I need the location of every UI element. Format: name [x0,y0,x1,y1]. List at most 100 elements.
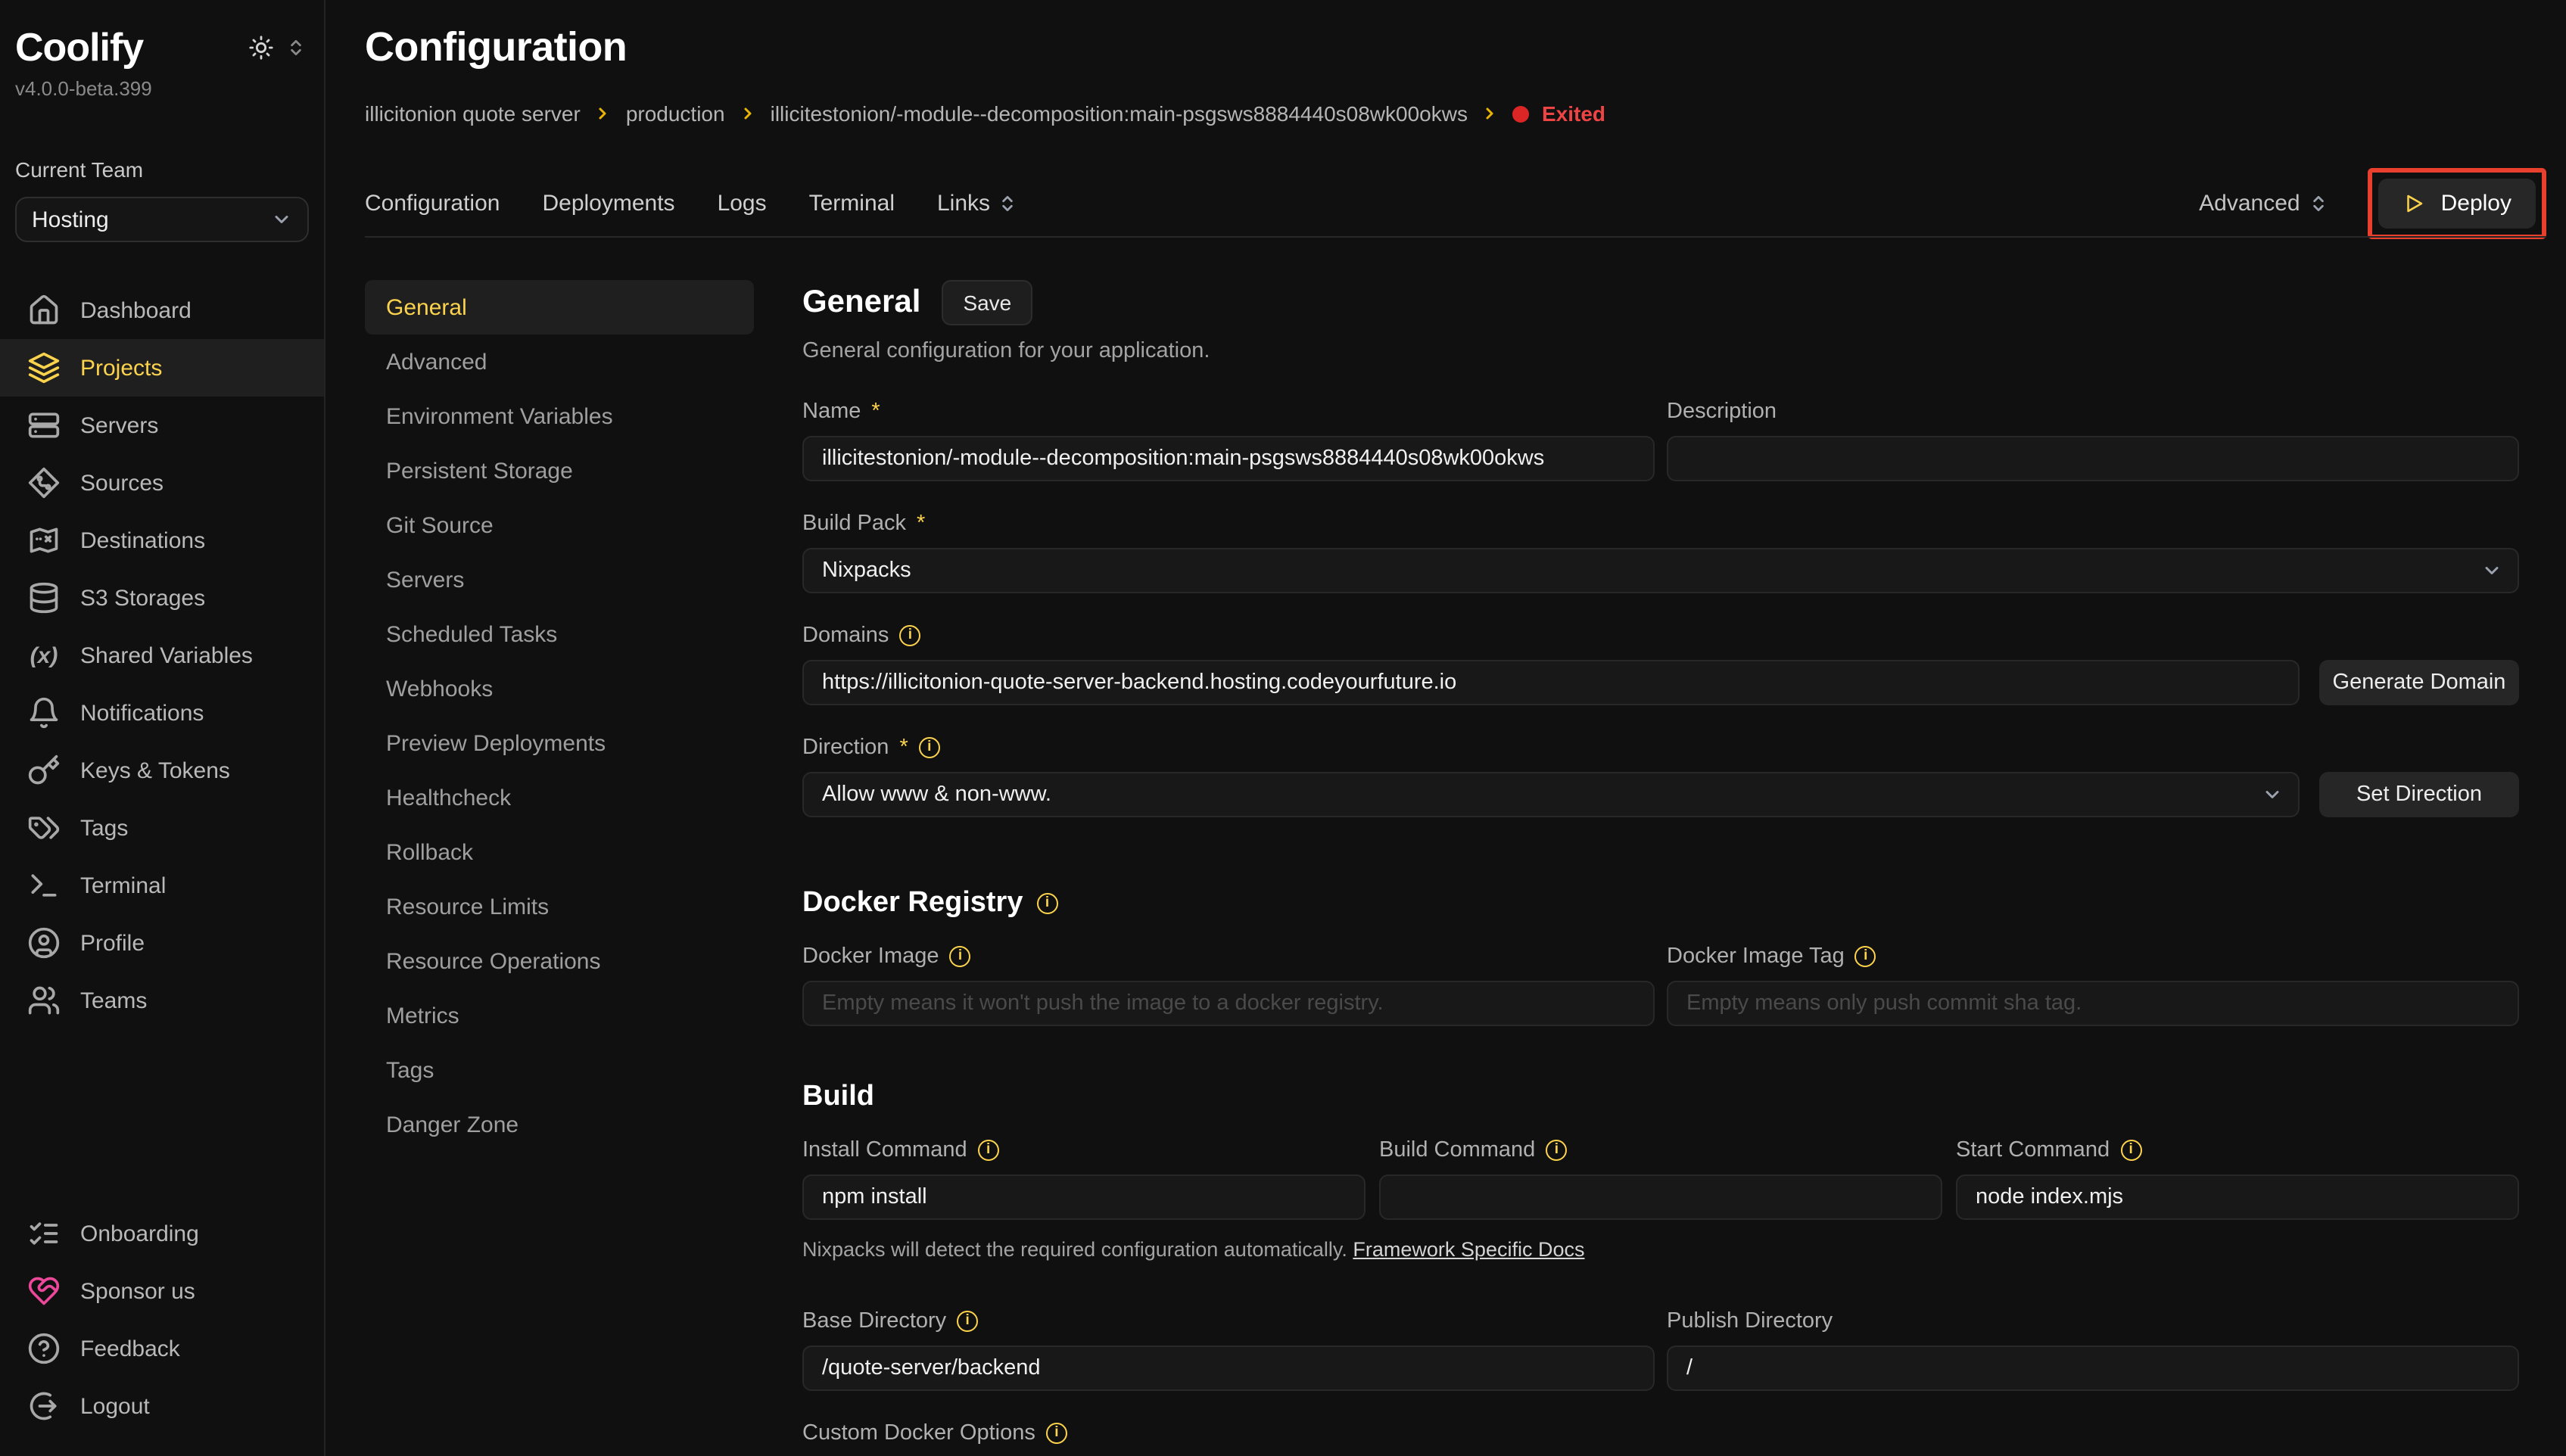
info-icon[interactable]: i [957,1311,978,1332]
sun-icon[interactable] [248,35,274,61]
direction-field-group: Direction* i Allow www & non-www. Set Di… [802,736,2519,817]
list-checks-icon [27,1217,61,1250]
sidebar-item-label: Destinations [80,527,205,553]
sidebar-item-logout[interactable]: Logout [0,1377,324,1435]
sidebar-item-sources[interactable]: Sources [0,454,324,512]
config-menu-item-resource-limits[interactable]: Resource Limits [365,879,754,934]
general-heading-row: General Save [802,280,2519,325]
info-icon[interactable]: i [899,625,920,646]
config-menu-item-webhooks[interactable]: Webhooks [365,661,754,716]
config-menu-item-tags[interactable]: Tags [365,1043,754,1097]
configuration-content: General Advanced Environment Variables P… [365,280,2546,1456]
info-icon[interactable]: i [978,1140,999,1161]
build-pack-select[interactable]: Nixpacks [802,548,2519,593]
tab-links[interactable]: Links [937,191,1017,216]
config-menu-item-general[interactable]: General [365,280,754,334]
set-direction-button[interactable]: Set Direction [2319,772,2519,817]
sidebar-item-profile[interactable]: Profile [0,914,324,972]
sidebar-item-s3-storages[interactable]: S3 Storages [0,569,324,627]
breadcrumb-application[interactable]: illicitestonion/-module--decomposition:m… [771,101,1468,126]
description-input[interactable] [1667,436,2519,481]
publish-directory-label: Publish Directory [1667,1309,2519,1333]
sidebar-item-dashboard[interactable]: Dashboard [0,282,324,339]
domains-input[interactable] [802,660,2300,705]
config-menu-item-persistent-storage[interactable]: Persistent Storage [365,443,754,498]
tabbar: Configuration Deployments Logs Terminal … [365,183,2546,224]
sidebar-item-feedback[interactable]: Feedback [0,1320,324,1377]
sidebar-item-teams[interactable]: Teams [0,972,324,1029]
tab-deployments[interactable]: Deployments [542,191,674,216]
base-directory-label: Base Directory i [802,1309,1655,1333]
sidebar-item-label: Tags [80,815,128,841]
sidebar-item-label: Logout [80,1393,150,1419]
base-directory-input[interactable] [802,1346,1655,1391]
logo-row: Coolify [15,24,309,71]
config-menu-item-scheduled-tasks[interactable]: Scheduled Tasks [365,607,754,661]
sidebar-item-sponsor-us[interactable]: Sponsor us [0,1262,324,1320]
generate-domain-button[interactable]: Generate Domain [2319,660,2519,705]
tab-logs[interactable]: Logs [718,191,767,216]
sidebar-item-tags[interactable]: Tags [0,799,324,857]
chevron-down-icon [2481,560,2502,581]
docker-image-tag-input[interactable] [1667,981,2519,1026]
breadcrumb-environment[interactable]: production [626,101,725,126]
config-menu-item-servers[interactable]: Servers [365,552,754,607]
deploy-button[interactable]: Deploy [2379,179,2536,229]
info-icon[interactable]: i [2120,1140,2141,1161]
config-menu-item-metrics[interactable]: Metrics [365,988,754,1043]
config-menu-item-resource-operations[interactable]: Resource Operations [365,934,754,988]
info-icon[interactable]: i [950,946,971,967]
config-menu-item-healthcheck[interactable]: Healthcheck [365,770,754,825]
help-circle-icon [27,1332,61,1365]
sidebar-item-projects[interactable]: Projects [0,339,324,397]
chevron-right-icon [594,104,612,123]
config-menu-item-danger-zone[interactable]: Danger Zone [365,1097,754,1152]
chevrons-up-down-icon[interactable] [286,38,306,58]
advanced-dropdown[interactable]: Advanced [2199,191,2328,216]
publish-directory-input[interactable] [1667,1346,2519,1391]
config-menu-item-rollback[interactable]: Rollback [365,825,754,879]
team-select[interactable]: Hosting [15,197,309,242]
docker-image-label: Docker Image i [802,944,1655,969]
config-menu-item-environment-variables[interactable]: Environment Variables [365,389,754,443]
variable-icon: (x) [30,642,58,668]
build-command-input[interactable] [1379,1174,1942,1220]
name-input[interactable] [802,436,1655,481]
sidebar-item-label: Keys & Tokens [80,758,230,783]
sidebar-item-onboarding[interactable]: Onboarding [0,1205,324,1262]
theme-toggle[interactable] [248,35,306,61]
start-command-input[interactable] [1956,1174,2519,1220]
docker-image-input[interactable] [802,981,1655,1026]
tab-configuration[interactable]: Configuration [365,191,500,216]
required-asterisk: * [917,512,925,536]
required-asterisk: * [899,736,908,760]
direction-value: Allow www & non-www. [822,782,1051,807]
config-menu-item-preview-deployments[interactable]: Preview Deployments [365,716,754,770]
config-menu-item-git-source[interactable]: Git Source [365,498,754,552]
breadcrumb-project[interactable]: illicitonion quote server [365,101,581,126]
config-menu-item-advanced[interactable]: Advanced [365,334,754,389]
tab-actions: Advanced Deploy [2199,183,2546,224]
framework-docs-link[interactable]: Framework Specific Docs [1353,1238,1584,1261]
info-icon[interactable]: i [1046,1423,1067,1444]
domains-label: Domains i [802,624,2519,648]
sidebar-item-shared-variables[interactable]: (x) Shared Variables [0,627,324,684]
current-team-label: Current Team [15,157,309,182]
install-command-input[interactable] [802,1174,1366,1220]
sidebar-item-servers[interactable]: Servers [0,397,324,454]
info-icon[interactable]: i [919,737,940,758]
config-menu: General Advanced Environment Variables P… [365,280,754,1456]
app-logo: Coolify [15,24,143,71]
general-heading: General [802,285,920,321]
sidebar-item-terminal[interactable]: Terminal [0,857,324,914]
info-icon[interactable]: i [1036,893,1057,914]
info-icon[interactable]: i [1855,946,1876,967]
info-icon[interactable]: i [1546,1140,1567,1161]
breadcrumb: illicitonion quote server production ill… [365,101,2546,126]
save-button[interactable]: Save [942,280,1032,325]
sidebar-item-notifications[interactable]: Notifications [0,684,324,742]
direction-select[interactable]: Allow www & non-www. [802,772,2300,817]
sidebar-item-keys-tokens[interactable]: Keys & Tokens [0,742,324,799]
sidebar-item-destinations[interactable]: Destinations [0,512,324,569]
tab-terminal[interactable]: Terminal [809,191,895,216]
